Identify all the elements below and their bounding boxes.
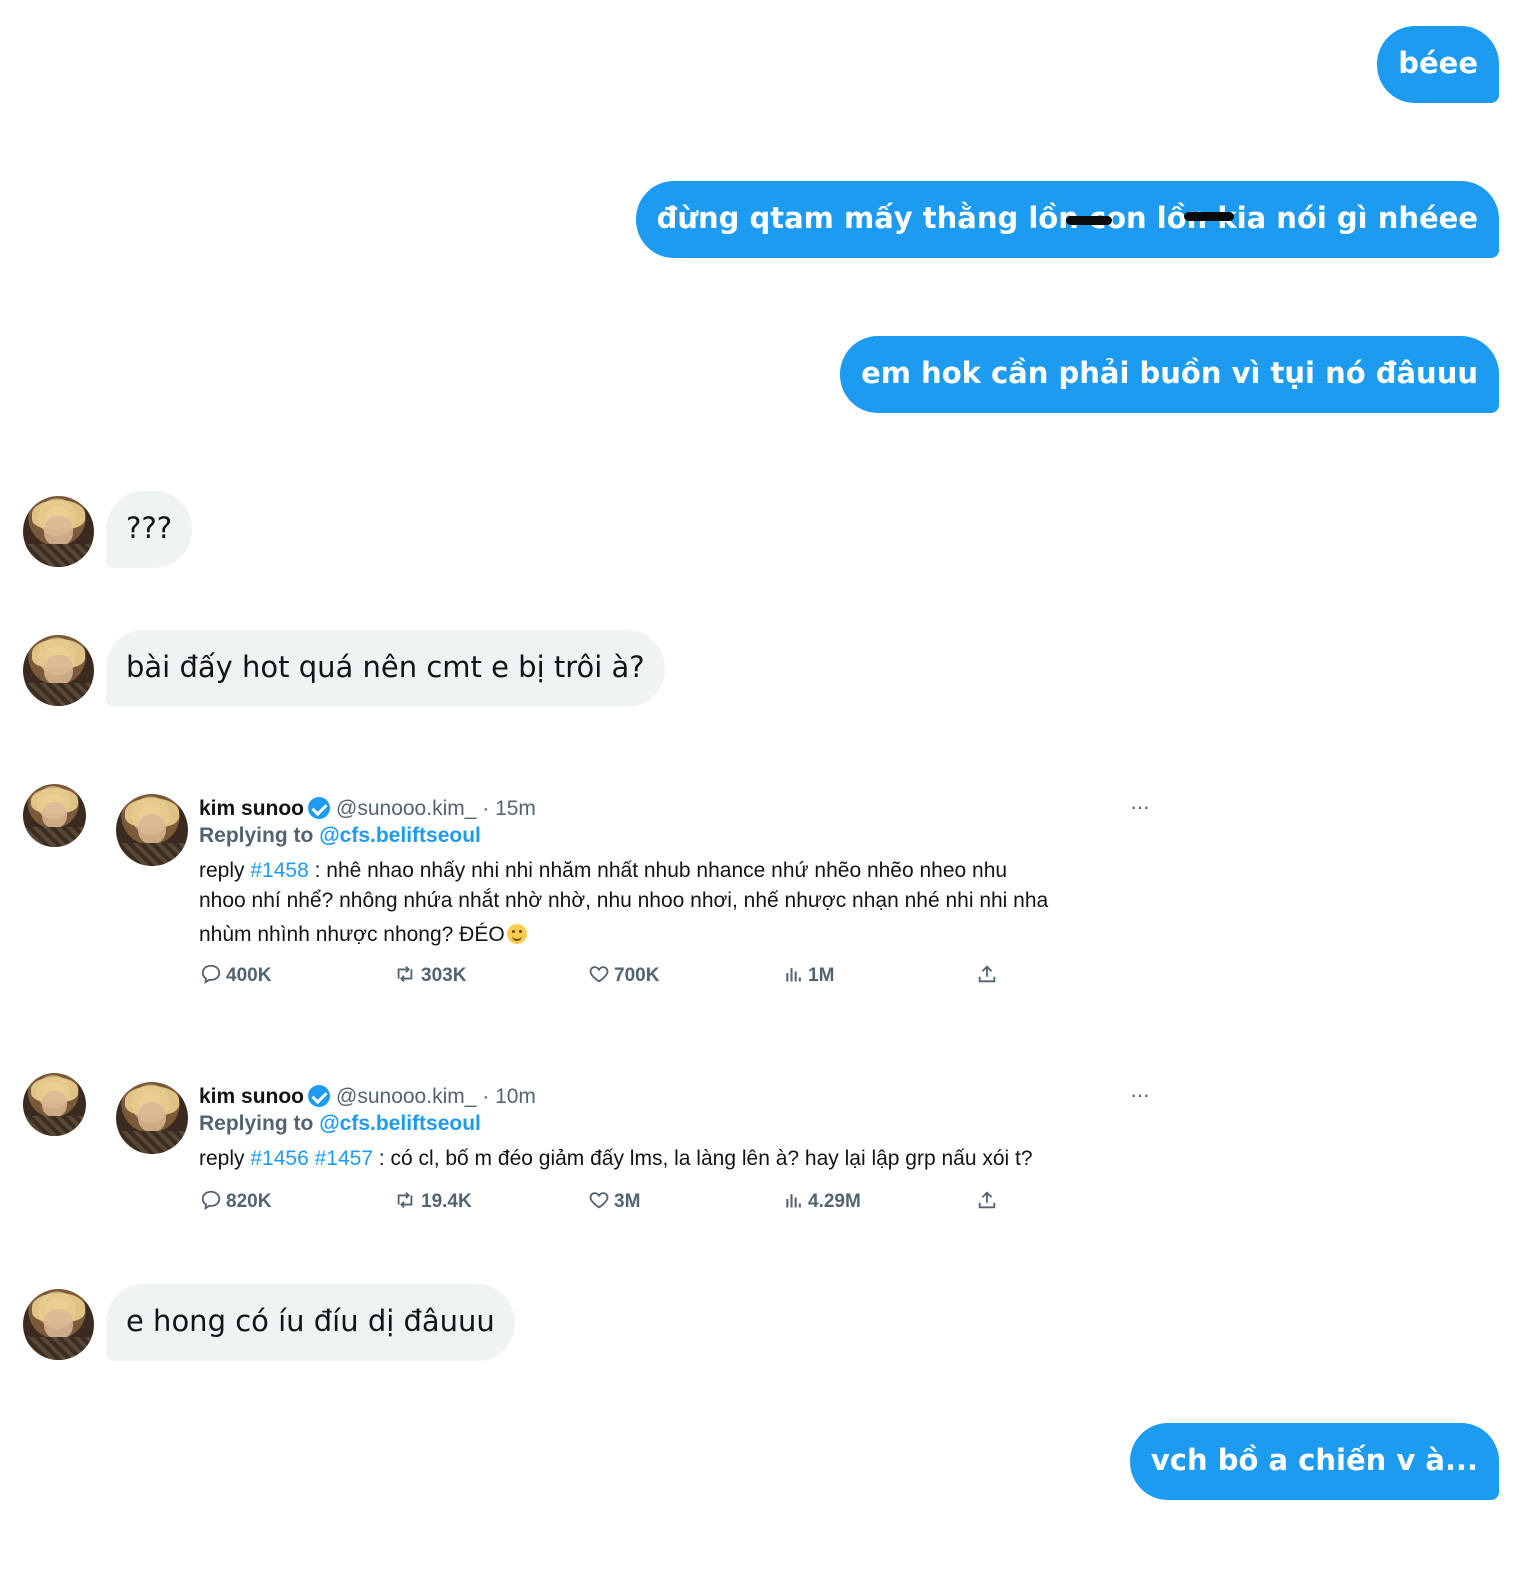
tweet-header: kim sunoo @sunooo.kim_ · 10m bbox=[199, 1084, 536, 1110]
message-text: vch bồ a chiến v à... bbox=[1150, 1443, 1478, 1477]
tweet-author-avatar[interactable] bbox=[116, 1082, 188, 1154]
replying-to-link[interactable]: @cfs.beliftseoul bbox=[319, 824, 481, 847]
reply-count-button[interactable]: 820K bbox=[200, 1189, 271, 1214]
tweet-author-name[interactable]: kim sunoo bbox=[199, 1085, 304, 1108]
avatar[interactable] bbox=[23, 496, 94, 567]
tweet-text: reply #1456 #1457 : có cl, bố m đéo giảm… bbox=[199, 1147, 1033, 1170]
share-icon bbox=[978, 965, 996, 983]
replying-to-link[interactable]: @cfs.beliftseoul bbox=[319, 1112, 481, 1135]
incoming-message[interactable]: ??? bbox=[106, 491, 193, 568]
views-count-button[interactable]: 1M bbox=[784, 963, 834, 988]
tweet-author-handle[interactable]: @sunooo.kim_ bbox=[336, 1085, 476, 1108]
reply-icon bbox=[201, 1190, 221, 1211]
outgoing-message[interactable]: vch bồ a chiến v à... bbox=[1129, 1423, 1499, 1500]
sender-avatar[interactable] bbox=[23, 1073, 86, 1136]
message-text: bài đấy hot quá nên cmt e bị trôi à? bbox=[126, 650, 645, 684]
replying-to: Replying to @cfs.beliftseoul bbox=[199, 824, 481, 847]
share-button[interactable] bbox=[976, 1189, 1002, 1214]
views-count-button[interactable]: 4.29M bbox=[784, 1189, 861, 1214]
censor-mark bbox=[1066, 216, 1112, 225]
views-icon bbox=[786, 968, 801, 982]
views-icon bbox=[786, 1194, 801, 1208]
tweet-text: reply #1458 : nhê nhao nhấy nhi nhi nhăm… bbox=[199, 859, 1049, 946]
smile-emoji-icon bbox=[506, 924, 527, 944]
verified-badge-icon bbox=[308, 797, 331, 819]
incoming-message[interactable]: e hong có íu đíu dị đâuuu bbox=[106, 1284, 515, 1361]
censor-mark bbox=[1184, 212, 1234, 221]
tweet-author-name[interactable]: kim sunoo bbox=[199, 797, 304, 820]
tweet-author-avatar[interactable] bbox=[116, 794, 188, 866]
outgoing-message[interactable]: em hok cần phải buồn vì tụi nó đâuuu bbox=[840, 336, 1499, 413]
replying-to: Replying to @cfs.beliftseoul bbox=[199, 1112, 481, 1135]
tweet-time: · 10m bbox=[482, 1085, 536, 1108]
hashtag-link[interactable]: #1456 #1457 bbox=[250, 1147, 373, 1170]
reply-count-button[interactable]: 400K bbox=[200, 963, 271, 988]
message-text: em hok cần phải buồn vì tụi nó đâuuu bbox=[861, 356, 1478, 390]
retweet-count-button[interactable]: 303K bbox=[393, 963, 466, 988]
sender-avatar[interactable] bbox=[23, 784, 86, 847]
hashtag-link[interactable]: #1458 bbox=[250, 859, 308, 882]
retweet-count-button[interactable]: 19.4K bbox=[393, 1189, 472, 1214]
retweet-icon bbox=[397, 966, 413, 982]
retweet-icon bbox=[397, 1192, 413, 1208]
tweet-time: · 15m bbox=[482, 797, 536, 820]
avatar[interactable] bbox=[23, 1289, 94, 1360]
like-count-button[interactable]: 700K bbox=[588, 963, 659, 988]
like-count-button[interactable]: 3M bbox=[588, 1189, 640, 1214]
message-text: ??? bbox=[126, 511, 173, 545]
incoming-message[interactable]: bài đấy hot quá nên cmt e bị trôi à? bbox=[106, 630, 665, 707]
more-options-icon[interactable]: ··· bbox=[1130, 1082, 1150, 1108]
message-text: e hong có íu đíu dị đâuuu bbox=[126, 1304, 495, 1338]
more-options-icon[interactable]: ··· bbox=[1130, 794, 1150, 820]
like-icon bbox=[589, 1192, 609, 1209]
avatar[interactable] bbox=[23, 635, 94, 706]
share-button[interactable] bbox=[976, 963, 1002, 988]
share-icon bbox=[978, 1191, 996, 1209]
reply-icon bbox=[201, 964, 221, 985]
tweet-header: kim sunoo @sunooo.kim_ · 15m bbox=[199, 796, 536, 822]
message-text: béee bbox=[1398, 46, 1478, 80]
like-icon bbox=[589, 966, 609, 983]
verified-badge-icon bbox=[308, 1085, 331, 1107]
outgoing-message[interactable]: béee bbox=[1377, 26, 1499, 103]
tweet-author-handle[interactable]: @sunooo.kim_ bbox=[336, 797, 476, 820]
